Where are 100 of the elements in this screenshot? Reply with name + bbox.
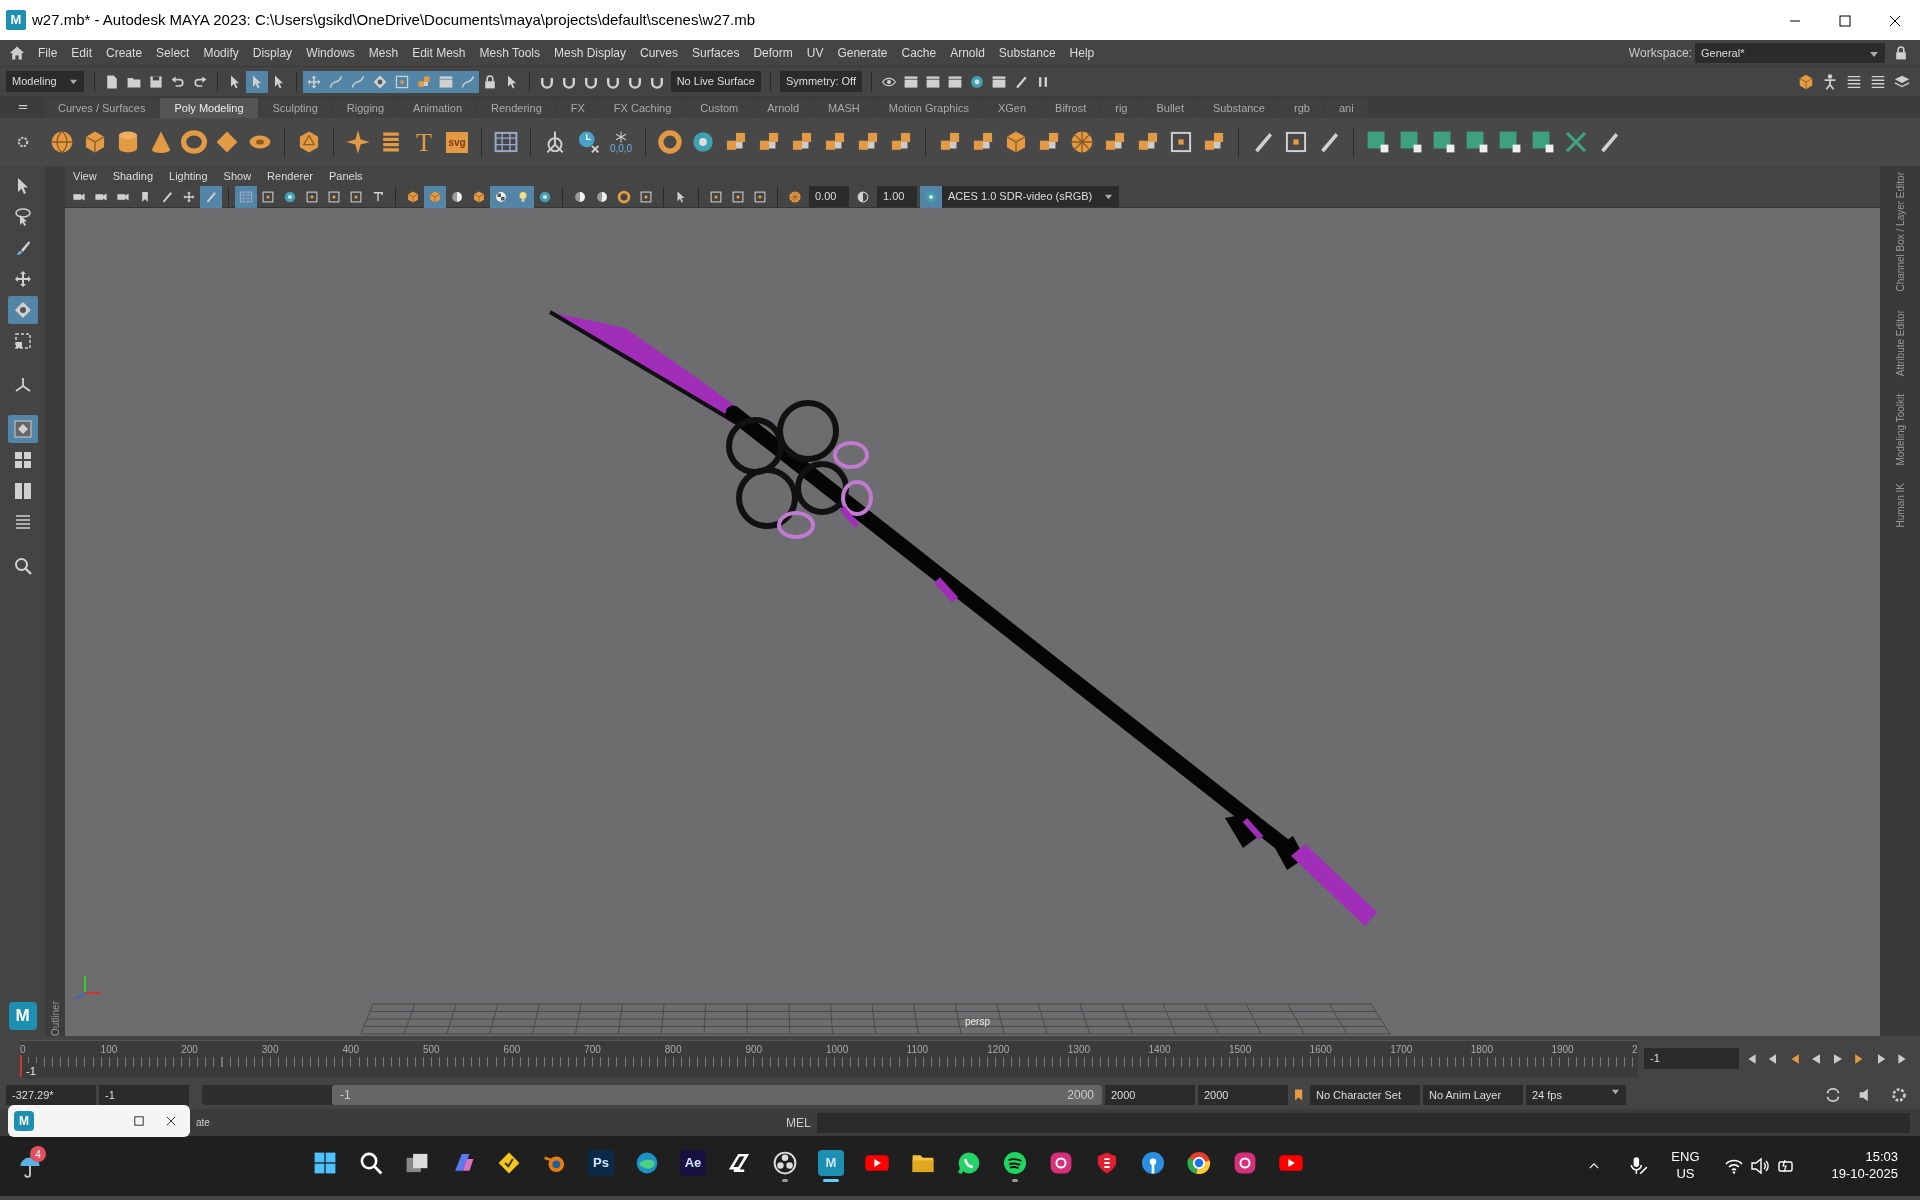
notification-count: 4 (30, 1146, 46, 1162)
fps-dropdown[interactable]: 24 fps (1526, 1084, 1626, 1106)
shelf-tab[interactable]: XGen (983, 97, 1041, 118)
menu-item[interactable]: File (31, 44, 65, 62)
panel-menu-item[interactable]: Renderer (259, 167, 321, 185)
panel-menu-item[interactable]: Lighting (161, 167, 216, 185)
shelf-tab[interactable]: Arnold (753, 97, 814, 118)
clock-time[interactable]: 15:03 (1865, 1149, 1898, 1166)
frame-field[interactable]: -1 (1644, 1048, 1739, 1069)
shelf-tab[interactable]: Rigging (332, 97, 399, 118)
taskbar-app[interactable]: Ps (581, 1144, 621, 1188)
mode-dropdown[interactable]: ACES 1.0 SDR-video (sRGB) (942, 186, 1120, 207)
frame-number: 0 (20, 1042, 26, 1057)
shelf-tab[interactable]: Custom (686, 97, 753, 118)
workspace-dropdown[interactable]: General* (1695, 42, 1885, 64)
panel-tab[interactable]: Channel Box / Layer Editor (1892, 172, 1908, 292)
shelf-tab[interactable]: FX (556, 97, 599, 118)
frame-number: 500 (423, 1042, 440, 1057)
frame-number: 1000 (826, 1042, 849, 1057)
panel-menu-item[interactable]: Shading (104, 167, 162, 185)
end-field[interactable]: 2000 (1105, 1084, 1195, 1106)
frame-number: 400 (342, 1042, 360, 1057)
shelf-tab[interactable]: FX Caching (599, 97, 686, 118)
panel-tab[interactable]: Human IK (1892, 483, 1908, 528)
language-text[interactable]: ENG (1671, 1149, 1700, 1166)
shelf-tab[interactable]: Animation (399, 97, 476, 118)
scene-end-field[interactable]: 2000 (1198, 1084, 1288, 1106)
mode-dropdown[interactable]: Modeling (6, 71, 84, 92)
help-line-text: ate (196, 1116, 211, 1130)
frame-number: 1300 (1067, 1042, 1091, 1057)
clock-date[interactable]: 19-10-2025 (1831, 1166, 1898, 1183)
shelf-tab[interactable]: Bifrost (1041, 97, 1101, 118)
shelf-tab[interactable]: Rendering (477, 97, 556, 118)
shelf-tab[interactable]: Poly Modeling (160, 97, 258, 118)
frame-number: 1900 (1551, 1042, 1574, 1057)
menu-item[interactable]: Modify (196, 44, 246, 62)
app-logo: M (8, 1002, 37, 1030)
shelf-tab[interactable]: Sculpting (258, 97, 332, 118)
frame-number: 700 (584, 1042, 601, 1057)
menu-item[interactable]: Curves (633, 44, 686, 62)
workspace-label: Workspace: (1628, 45, 1692, 62)
option-field[interactable]: Symmetry: Off (779, 71, 862, 92)
shelf-tab[interactable]: MASH (814, 97, 874, 118)
shelf-tab[interactable]: Curves / Surfaces (44, 97, 160, 118)
frame-number: 800 (664, 1042, 682, 1057)
panel-menu-item[interactable]: Show (215, 167, 260, 185)
menu-item[interactable]: Edit Mesh (405, 44, 473, 62)
menu-item[interactable]: Display (245, 44, 300, 62)
command-language-label[interactable]: MEL (786, 1113, 811, 1132)
menu-item[interactable]: Mesh Tools (472, 44, 547, 62)
value-field[interactable]: 0.00 (809, 186, 849, 207)
menu-item[interactable]: UV (799, 44, 831, 62)
window-title: w27.mb* - Autodesk MAYA 2023: C:\Users\gsikd\OneDrive\Documents\maya\projects\default\scenes\w27.mb (32, 9, 757, 30)
anim-layer-field[interactable]: No Anim Layer (1423, 1084, 1523, 1106)
frame-number: 600 (503, 1042, 521, 1057)
menu-item[interactable]: Select (149, 44, 197, 62)
start-field[interactable]: -1 (99, 1084, 189, 1106)
frame-number: 1500 (1229, 1042, 1252, 1057)
shelf-tab[interactable]: rgb (1280, 97, 1324, 118)
menu-item[interactable]: Generate (830, 44, 895, 62)
taskbar-app[interactable]: Ae (673, 1144, 713, 1188)
shelf-tab[interactable]: Motion Graphics (874, 97, 983, 118)
menu-item[interactable]: Arnold (943, 44, 992, 62)
shelf-tab[interactable]: rig (1101, 97, 1142, 118)
frame-number: 1800 (1470, 1042, 1494, 1057)
app-logo: M (6, 10, 26, 30)
shelf-tab[interactable]: Bullet (1142, 97, 1198, 118)
menu-item[interactable]: Windows (299, 44, 362, 62)
text-tool-button[interactable]: T (409, 127, 439, 157)
menu-item[interactable]: Mesh Display (547, 44, 634, 62)
menu-item[interactable]: Create (99, 44, 150, 62)
character-set-field[interactable]: No Character Set (1310, 1084, 1420, 1106)
menu-item[interactable]: Help (1062, 44, 1102, 62)
frame-number: 1700 (1390, 1042, 1413, 1057)
panel-menu-item[interactable]: View (65, 167, 105, 185)
menu-item[interactable]: Cache (894, 44, 944, 62)
current-frame: -1 (25, 1062, 37, 1079)
option-field[interactable]: No Live Surface (670, 71, 761, 92)
menu-item[interactable]: Mesh (361, 44, 406, 62)
reset-tool-button[interactable]: 0,0,0 (606, 127, 636, 157)
time-slider[interactable]: 0 100 200 300 400 500 600 700 800 900 1000 1100 1200 1300 1400 1500 1600 1700 1800 1900 2 -1 (20, 1039, 1638, 1078)
panel-tab[interactable]: Attribute Editor (1892, 309, 1908, 376)
menu-item[interactable]: Edit (64, 44, 100, 62)
shelf-tab[interactable]: Substance (1199, 97, 1279, 118)
menu-item[interactable]: Surfaces (685, 44, 747, 62)
panel-menu-item[interactable]: Panels (320, 167, 371, 185)
menu-item[interactable]: Substance (991, 44, 1063, 62)
menu-item[interactable]: Deform (746, 44, 800, 62)
panel-tab[interactable]: Modeling Toolkit (1892, 393, 1908, 466)
value-field[interactable]: 1.00 (877, 186, 917, 207)
frame-number: 900 (745, 1042, 763, 1057)
shelf-tab[interactable]: ani (1324, 97, 1368, 118)
frame-number: 100 (100, 1042, 118, 1057)
frame-number: 200 (181, 1042, 198, 1057)
scene-start-field[interactable]: -327.29* (6, 1084, 96, 1106)
range-start: -1 (332, 1085, 1060, 1105)
range-end: 2000 (1059, 1085, 1102, 1105)
region-text[interactable]: US (1676, 1166, 1695, 1183)
camera-label: persp (965, 1015, 990, 1029)
frame-number: 1600 (1309, 1042, 1332, 1057)
